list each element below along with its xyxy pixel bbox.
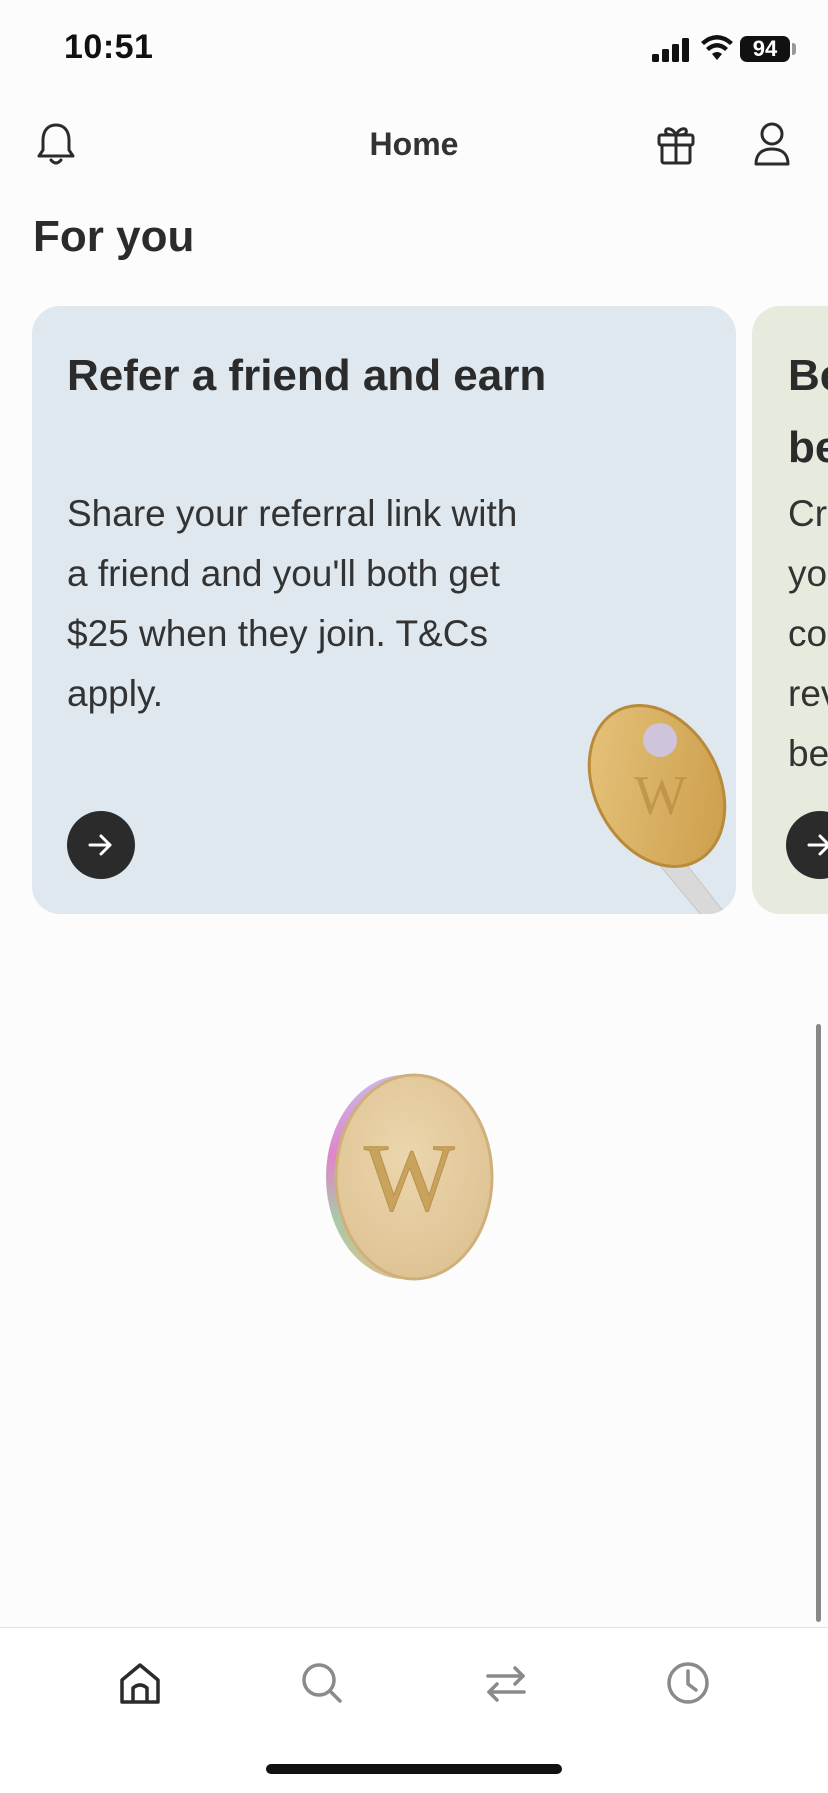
wifi-icon (701, 35, 733, 60)
card-title-line: Be be (788, 351, 828, 472)
svg-text:W: W (364, 1124, 455, 1231)
for-you-carousel[interactable]: Refer a friend and earn Share your refer… (0, 306, 828, 914)
arrow-right-icon (807, 834, 828, 856)
card-body-partial: Cr yo co rev be (788, 493, 828, 774)
arrow-right-icon (88, 834, 112, 856)
battery-indicator: 94 (740, 36, 790, 62)
home-indicator (266, 1764, 562, 1774)
second-promo-card[interactable]: Be be Cr yo co rev be (752, 306, 828, 914)
gift-icon (657, 127, 695, 165)
tab-transfer[interactable] (478, 1655, 534, 1711)
search-icon (302, 1663, 342, 1703)
card-body: Share your referral link with a friend a… (67, 493, 518, 714)
tab-search[interactable] (294, 1655, 350, 1711)
ping-pong-paddle-illustration: W (587, 704, 727, 914)
card-arrow-button[interactable] (786, 811, 828, 879)
battery-nub (792, 43, 796, 55)
tab-home[interactable] (112, 1655, 168, 1711)
profile-button[interactable] (744, 116, 800, 172)
tab-history[interactable] (660, 1655, 716, 1711)
card-title-partial: Be be (788, 340, 828, 484)
section-title: For you (33, 212, 195, 261)
card-title: Refer a friend and earn (67, 351, 547, 400)
transfer-icon (486, 1666, 526, 1702)
scrollbar[interactable] (816, 1024, 821, 1622)
status-time: 10:51 (64, 28, 154, 66)
coin-illustration: W (326, 1073, 494, 1281)
home-icon (120, 1663, 160, 1704)
refer-friend-card[interactable]: Refer a friend and earn Share your refer… (32, 306, 736, 914)
rewards-button[interactable] (648, 116, 704, 172)
profile-icon (754, 122, 790, 166)
cellular-signal-icon (652, 38, 689, 62)
svg-text:W: W (634, 765, 687, 827)
clock-icon (667, 1662, 709, 1704)
status-bar: 10:51 94 (0, 0, 828, 100)
card-arrow-button[interactable] (67, 811, 135, 879)
